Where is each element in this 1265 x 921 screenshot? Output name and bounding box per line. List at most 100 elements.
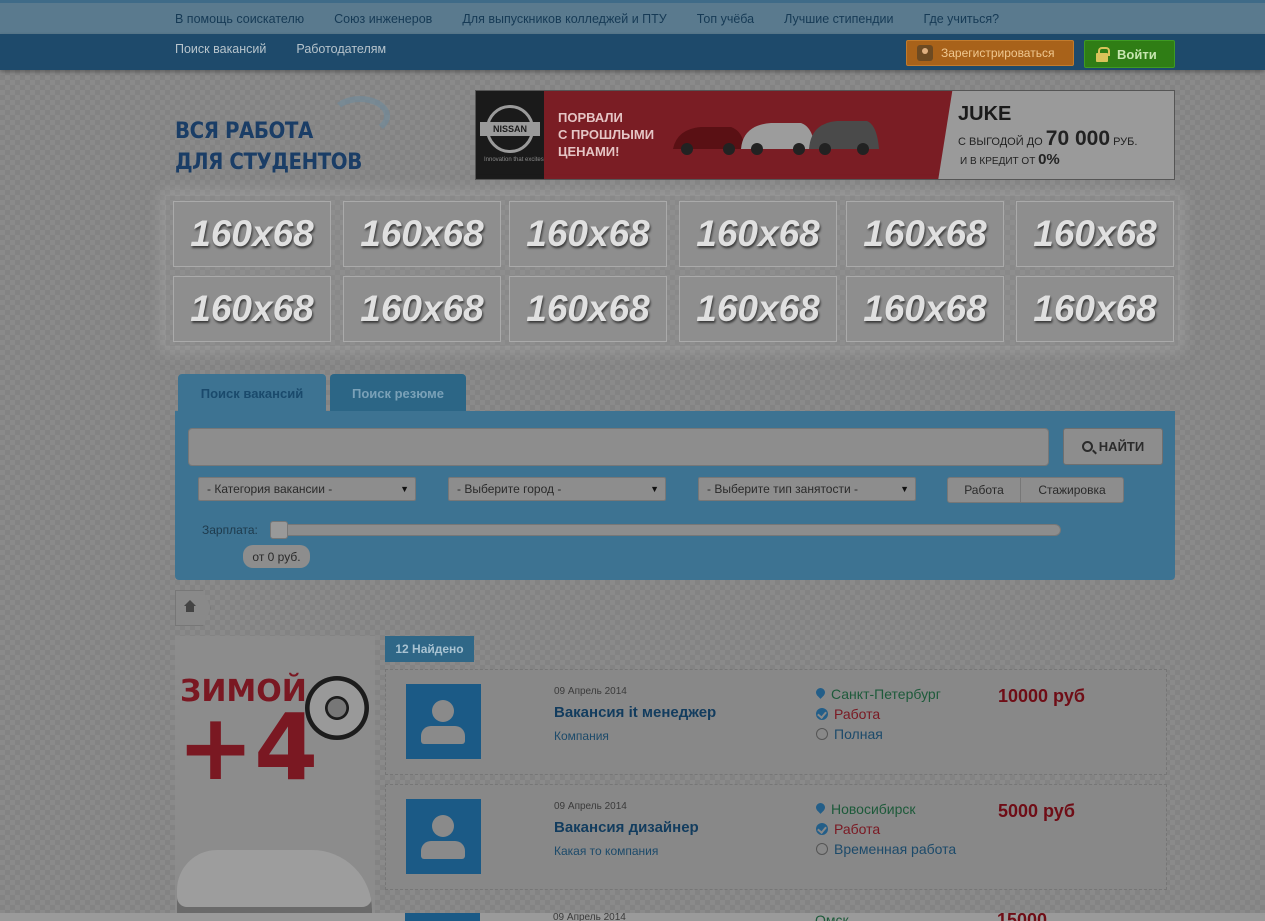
side-banner-ad[interactable]: ЗИМОЙ +4 bbox=[175, 636, 375, 921]
vacancy-work-type: Работа bbox=[816, 706, 880, 722]
register-button[interactable]: Зарегистрироваться bbox=[906, 40, 1074, 66]
ad-tile[interactable]: 160x68 bbox=[679, 201, 837, 267]
employment-type-select-value: - Выберите тип занятости - bbox=[707, 482, 859, 496]
ad-tile[interactable]: 160x68 bbox=[679, 276, 837, 342]
vacancy-city: Новосибирск bbox=[816, 801, 916, 817]
banner-credit: И В КРЕДИТ ОТ 0% bbox=[960, 151, 1060, 168]
vacancy-work-type-text: Работа bbox=[834, 821, 881, 837]
tab-resume-search[interactable]: Поиск резюме bbox=[330, 374, 466, 412]
side-ad-number: +4 bbox=[177, 694, 319, 801]
vacancy-work-type: Работа bbox=[816, 821, 880, 837]
vacancy-date: 09 Апрель 2014 bbox=[553, 912, 626, 921]
dropdown-arrow-icon: ▼ bbox=[900, 484, 909, 494]
top-nav-link-job-seeker[interactable]: В помощь соискателю bbox=[175, 12, 304, 26]
logo-line-2: ДЛЯ СТУДЕНТОВ bbox=[175, 150, 362, 175]
city-select-value: - Выберите город - bbox=[457, 482, 562, 496]
ad-tile[interactable]: 160x68 bbox=[343, 276, 501, 342]
employment-type-select[interactable]: - Выберите тип занятости - ▼ bbox=[698, 477, 916, 501]
vacancy-title-link[interactable]: Вакансия дизайнер bbox=[554, 819, 699, 836]
vacancy-salary: 15000 bbox=[997, 910, 1048, 921]
ad-tile[interactable]: 160x68 bbox=[846, 201, 1004, 267]
ad-tiles-grid: 160x68 160x68 160x68 160x68 160x68 160x6… bbox=[166, 196, 1178, 346]
find-button[interactable]: НАЙТИ bbox=[1063, 428, 1163, 465]
top-nav-link-engineers[interactable]: Союз инженеров bbox=[334, 12, 432, 26]
vacancy-salary: 5000 руб bbox=[998, 801, 1075, 821]
segment-internship-button[interactable]: Стажировка bbox=[1020, 477, 1124, 503]
top-nav-link-scholarships[interactable]: Лучшие стипендии bbox=[784, 12, 893, 26]
company-avatar-icon bbox=[406, 799, 481, 874]
vacancy-company-link[interactable]: Какая то компания bbox=[554, 844, 658, 858]
banner-cars-image bbox=[673, 121, 879, 155]
site-logo[interactable]: ВСЯ РАБОТА ДЛЯ СТУДЕНТОВ bbox=[175, 116, 362, 178]
banner-offer-prefix: С ВЫГОДОЙ ДО bbox=[958, 136, 1043, 148]
vacancy-city: Санкт-Петербург bbox=[816, 686, 941, 702]
nissan-tagline: Innovation that excites bbox=[484, 157, 544, 163]
banner-claim-line-3: ЦЕНАМИ! bbox=[558, 144, 620, 159]
vacancy-work-type-text: Работа bbox=[834, 706, 881, 722]
vacancy-card[interactable]: 09 Апрель 2014 Вакансия дизайнер Какая т… bbox=[385, 784, 1167, 890]
vacancy-employment: Полная bbox=[816, 726, 883, 742]
ad-tile[interactable]: 160x68 bbox=[509, 276, 667, 342]
salary-label: Зарплата: bbox=[202, 523, 258, 537]
vacancy-title-link[interactable]: Вакансия it менеджер bbox=[554, 704, 716, 721]
login-button[interactable]: Войти bbox=[1084, 40, 1175, 68]
user-icon bbox=[917, 45, 933, 61]
salary-slider-track[interactable] bbox=[270, 524, 1061, 536]
lock-icon bbox=[1095, 46, 1110, 62]
find-button-label: НАЙТИ bbox=[1098, 439, 1145, 454]
vacancy-employment: Временная работа bbox=[816, 841, 956, 857]
check-circle-icon bbox=[816, 708, 828, 720]
dropdown-arrow-icon: ▼ bbox=[650, 484, 659, 494]
vacancy-card-partial[interactable]: 09 Апрель 2014 Омск 15000 bbox=[385, 907, 1167, 921]
vacancy-city-text: Санкт-Петербург bbox=[831, 686, 941, 702]
wheel-image bbox=[305, 676, 369, 740]
search-input[interactable] bbox=[188, 428, 1049, 466]
home-icon bbox=[184, 600, 196, 613]
clock-icon bbox=[816, 843, 828, 855]
ad-tile[interactable]: 160x68 bbox=[846, 276, 1004, 342]
vacancy-employment-text: Временная работа bbox=[834, 841, 957, 857]
ad-tile[interactable]: 160x68 bbox=[509, 201, 667, 267]
nissan-logo-wordmark: NISSAN bbox=[480, 122, 540, 136]
search-icon bbox=[1081, 441, 1093, 452]
category-select[interactable]: - Категория вакансии - ▼ bbox=[198, 477, 416, 501]
company-avatar-icon bbox=[405, 913, 480, 921]
ad-tile[interactable]: 160x68 bbox=[173, 276, 331, 342]
city-select[interactable]: - Выберите город - ▼ bbox=[448, 477, 666, 501]
vacancy-salary: 10000 руб bbox=[998, 686, 1085, 706]
ad-tile[interactable]: 160x68 bbox=[1016, 276, 1174, 342]
sub-nav-link-employers[interactable]: Работодателям bbox=[296, 42, 386, 56]
vacancy-company-link[interactable]: Компания bbox=[554, 729, 609, 743]
vacancy-date: 09 Апрель 2014 bbox=[554, 686, 627, 697]
sub-nav-link-vacancy-search[interactable]: Поиск вакансий bbox=[175, 42, 266, 56]
car-image bbox=[177, 850, 372, 921]
top-nav-link-graduates[interactable]: Для выпускников колледжей и ПТУ bbox=[462, 12, 666, 26]
breadcrumb-home[interactable] bbox=[175, 590, 211, 626]
location-pin-icon bbox=[816, 803, 825, 815]
tab-vacancy-search[interactable]: Поиск вакансий bbox=[178, 374, 326, 412]
ad-tile[interactable]: 160x68 bbox=[1016, 201, 1174, 267]
salary-value-badge: от 0 руб. bbox=[243, 545, 310, 568]
dropdown-arrow-icon: ▼ bbox=[400, 484, 409, 494]
top-nav: В помощь соискателю Союз инженеров Для в… bbox=[0, 0, 1265, 34]
segment-work-button[interactable]: Работа bbox=[947, 477, 1021, 503]
ad-tile[interactable]: 160x68 bbox=[343, 201, 501, 267]
login-button-label: Войти bbox=[1117, 46, 1157, 62]
banner-claim-line-2: С ПРОШЛЫМИ bbox=[558, 127, 655, 142]
vacancy-employment-text: Полная bbox=[834, 726, 883, 742]
banner-claim: ПОРВАЛИ С ПРОШЛЫМИ ЦЕНАМИ! bbox=[558, 109, 654, 160]
clock-icon bbox=[816, 728, 828, 740]
salary-slider-handle[interactable] bbox=[270, 521, 288, 539]
banner-claim-line-1: ПОРВАЛИ bbox=[558, 110, 623, 125]
register-button-label: Зарегистрироваться bbox=[941, 46, 1055, 60]
vacancy-city-text: Новосибирск bbox=[831, 801, 916, 817]
banner-credit-prefix: И В КРЕДИТ ОТ bbox=[960, 156, 1036, 167]
banner-model: JUKE bbox=[958, 103, 1012, 125]
vacancy-card[interactable]: 09 Апрель 2014 Вакансия it менеджер Комп… bbox=[385, 669, 1167, 775]
nissan-banner-ad[interactable]: NISSAN Innovation that excites ПОРВАЛИ С… bbox=[475, 90, 1175, 180]
top-nav-link-where-to-study[interactable]: Где учиться? bbox=[924, 12, 1000, 26]
vacancy-date: 09 Апрель 2014 bbox=[554, 801, 627, 812]
top-nav-link-top-study[interactable]: Топ учёба bbox=[697, 12, 754, 26]
ad-tile[interactable]: 160x68 bbox=[173, 201, 331, 267]
vacancy-city-text: Омск bbox=[815, 912, 849, 921]
